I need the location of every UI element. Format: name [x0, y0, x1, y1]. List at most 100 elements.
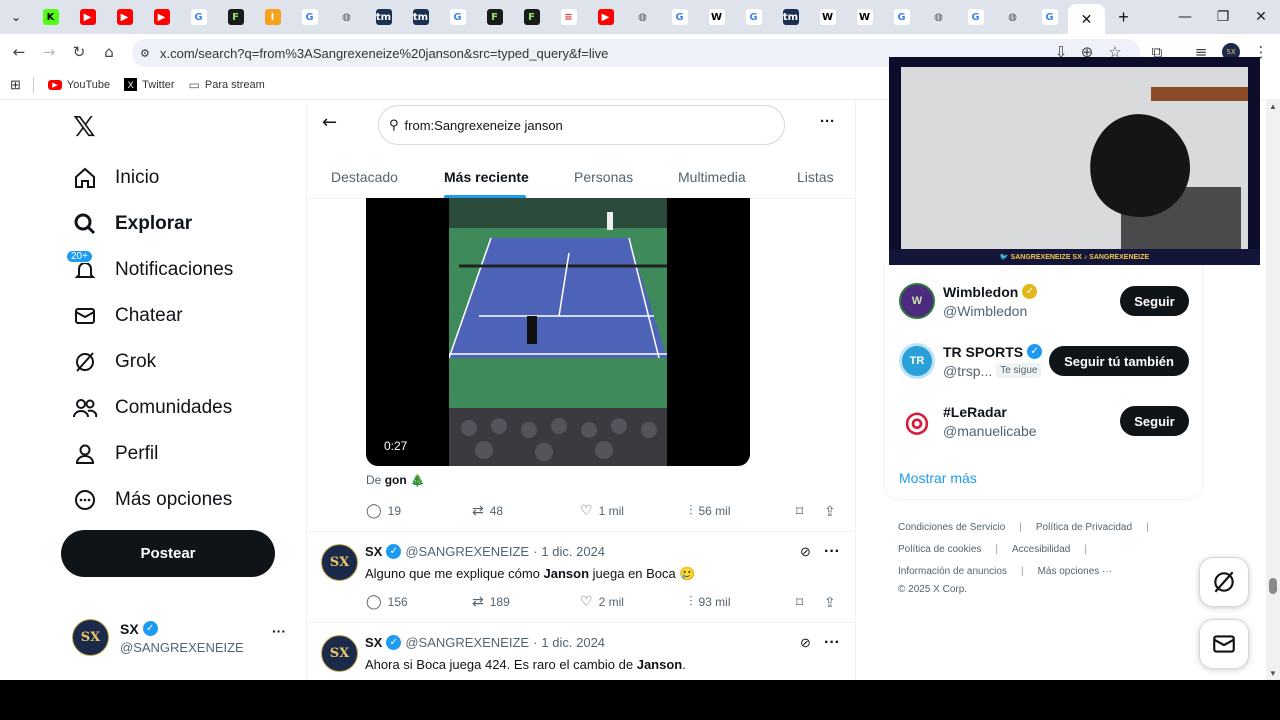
page-scrollbar[interactable]: ▲ ▼: [1266, 100, 1280, 680]
tab-tm-2[interactable]: tm: [402, 0, 439, 34]
follow-back-button[interactable]: Seguir tú también: [1049, 346, 1189, 376]
search-more-icon[interactable]: ···: [820, 113, 835, 130]
post-button[interactable]: Postear: [61, 530, 275, 577]
tab-tm-3[interactable]: tm: [772, 0, 809, 34]
bookmark-para-stream[interactable]: ▭ Para stream: [189, 78, 265, 92]
scroll-down-arrow[interactable]: ▼: [1269, 669, 1277, 678]
tab-youtube-4[interactable]: ▶: [587, 0, 624, 34]
tab-google-3[interactable]: G: [439, 0, 476, 34]
tweet-more-icon[interactable]: ···: [824, 634, 840, 652]
nav-explorar[interactable]: Explorar: [72, 204, 192, 244]
reload-icon[interactable]: ↻: [64, 37, 94, 67]
maximize-button[interactable]: ❐: [1204, 0, 1242, 34]
tab-wiki-2[interactable]: W: [809, 0, 846, 34]
follow-button[interactable]: Seguir: [1120, 286, 1189, 316]
home-icon[interactable]: ⌂: [94, 37, 124, 67]
tweet[interactable]: SX SX ✓ @SANGREXENEIZE · 1 dic. 2024 ⊘ ·…: [307, 622, 855, 680]
tab-youtube-3[interactable]: ▶: [143, 0, 180, 34]
scroll-up-arrow[interactable]: ▲: [1269, 102, 1277, 111]
tab-google-6[interactable]: G: [883, 0, 920, 34]
bookmark-icon[interactable]: ⌑: [796, 594, 803, 611]
grok-icon[interactable]: ⊘: [800, 635, 811, 651]
new-tab-button[interactable]: +: [1105, 0, 1142, 34]
follow-suggestion[interactable]: TR TR SPORTS ✓ @trsp... Te sigue Seguir tú…: [899, 343, 1189, 379]
tab-google-7[interactable]: G: [957, 0, 994, 34]
tab-fotmob-3[interactable]: F: [513, 0, 550, 34]
search-input[interactable]: ⚲ from:Sangrexeneize janson: [378, 105, 785, 145]
tab-globe-4[interactable]: ◍: [994, 0, 1031, 34]
tab-orange-1[interactable]: I: [254, 0, 291, 34]
site-info-icon[interactable]: ⚙: [140, 47, 150, 60]
like-button[interactable]: ♡ 2 mil: [580, 594, 624, 610]
video-player[interactable]: 0:27: [366, 198, 750, 466]
back-arrow-icon[interactable]: ←: [322, 112, 337, 133]
views-button[interactable]: ⫶ 93 mil: [689, 594, 731, 610]
forward-icon[interactable]: →: [34, 37, 64, 67]
credit-user-link[interactable]: gon: [385, 473, 407, 487]
tweet-author-name[interactable]: SX: [365, 544, 382, 559]
follow-suggestion[interactable]: W Wimbledon ✓ @Wimbledon Seguir: [899, 283, 1189, 319]
show-more-link[interactable]: Mostrar más: [899, 470, 977, 486]
repost-button[interactable]: ⇄ 189: [472, 594, 510, 610]
tab-google-8[interactable]: G: [1031, 0, 1068, 34]
account-switcher[interactable]: SX SX ✓ @SANGREXENEIZE ···: [72, 619, 286, 656]
tab-search-button[interactable]: ⌄: [0, 0, 32, 34]
reply-button[interactable]: ◯ 19: [366, 503, 401, 519]
nav-notificaciones[interactable]: 20+ Notificaciones: [66, 250, 233, 290]
tab-google-4[interactable]: G: [661, 0, 698, 34]
share-icon[interactable]: ⇪: [824, 503, 836, 520]
tab-youtube-2[interactable]: ▶: [106, 0, 143, 34]
tweet-author-name[interactable]: SX: [365, 635, 382, 650]
tab-youtube-1[interactable]: ▶: [69, 0, 106, 34]
avatar[interactable]: SX: [321, 544, 358, 581]
reply-button[interactable]: ◯ 156: [366, 594, 408, 610]
repost-button[interactable]: ⇄ 48: [472, 503, 503, 519]
bookmark-twitter[interactable]: X Twitter: [124, 78, 175, 91]
apps-icon[interactable]: ⊞: [10, 77, 21, 93]
tab-google-5[interactable]: G: [735, 0, 772, 34]
tab-tm-1[interactable]: tm: [365, 0, 402, 34]
bookmark-icon[interactable]: ⌑: [796, 503, 803, 520]
messages-float-button[interactable]: [1199, 619, 1249, 669]
tab-personas[interactable]: Personas: [574, 155, 633, 199]
grok-icon[interactable]: ⊘: [800, 544, 811, 560]
tab-mas-reciente[interactable]: Más reciente: [444, 155, 529, 199]
active-tab-close-icon[interactable]: ✕: [1068, 4, 1105, 34]
close-window-button[interactable]: ✕: [1242, 0, 1280, 34]
tab-google-1[interactable]: G: [180, 0, 217, 34]
back-icon[interactable]: ←: [4, 37, 34, 67]
nav-perfil[interactable]: Perfil: [72, 434, 158, 474]
tab-google-2[interactable]: G: [291, 0, 328, 34]
tab-multimedia[interactable]: Multimedia: [678, 155, 746, 199]
tab-wiki-1[interactable]: W: [698, 0, 735, 34]
x-logo[interactable]: 𝕏: [73, 110, 96, 143]
nav-chatear[interactable]: Chatear: [72, 296, 183, 336]
tab-fotmob-2[interactable]: F: [476, 0, 513, 34]
tab-globe-2[interactable]: ◍: [624, 0, 661, 34]
grok-float-button[interactable]: [1199, 557, 1249, 607]
share-icon[interactable]: ⇪: [824, 594, 836, 611]
tab-news-1[interactable]: ≡: [550, 0, 587, 34]
tab-wiki-3[interactable]: W: [846, 0, 883, 34]
tweet-date[interactable]: 1 dic. 2024: [541, 635, 605, 650]
follow-button[interactable]: Seguir: [1120, 406, 1189, 436]
tab-listas[interactable]: Listas: [797, 155, 834, 199]
scrollbar-thumb[interactable]: [1269, 578, 1277, 594]
tweet-date[interactable]: 1 dic. 2024: [541, 544, 605, 559]
nav-inicio[interactable]: Inicio: [72, 158, 159, 198]
minimize-button[interactable]: —: [1166, 0, 1204, 34]
nav-comunidades[interactable]: Comunidades: [72, 388, 232, 428]
like-button[interactable]: ♡ 1 mil: [580, 503, 624, 519]
tab-globe-3[interactable]: ◍: [920, 0, 957, 34]
nav-mas-opciones[interactable]: Más opciones: [72, 480, 232, 520]
tweet-more-icon[interactable]: ···: [824, 543, 840, 561]
tab-kick[interactable]: K: [32, 0, 69, 34]
bookmark-youtube[interactable]: ▶ YouTube: [47, 79, 110, 91]
tab-destacado[interactable]: Destacado: [331, 155, 398, 199]
account-more-icon[interactable]: ···: [272, 623, 286, 639]
avatar[interactable]: SX: [321, 635, 358, 672]
tab-fotmob-1[interactable]: F: [217, 0, 254, 34]
tab-globe-1[interactable]: ◍: [328, 0, 365, 34]
views-button[interactable]: ⫶ 56 mil: [689, 503, 731, 519]
nav-grok[interactable]: Grok: [72, 342, 156, 382]
